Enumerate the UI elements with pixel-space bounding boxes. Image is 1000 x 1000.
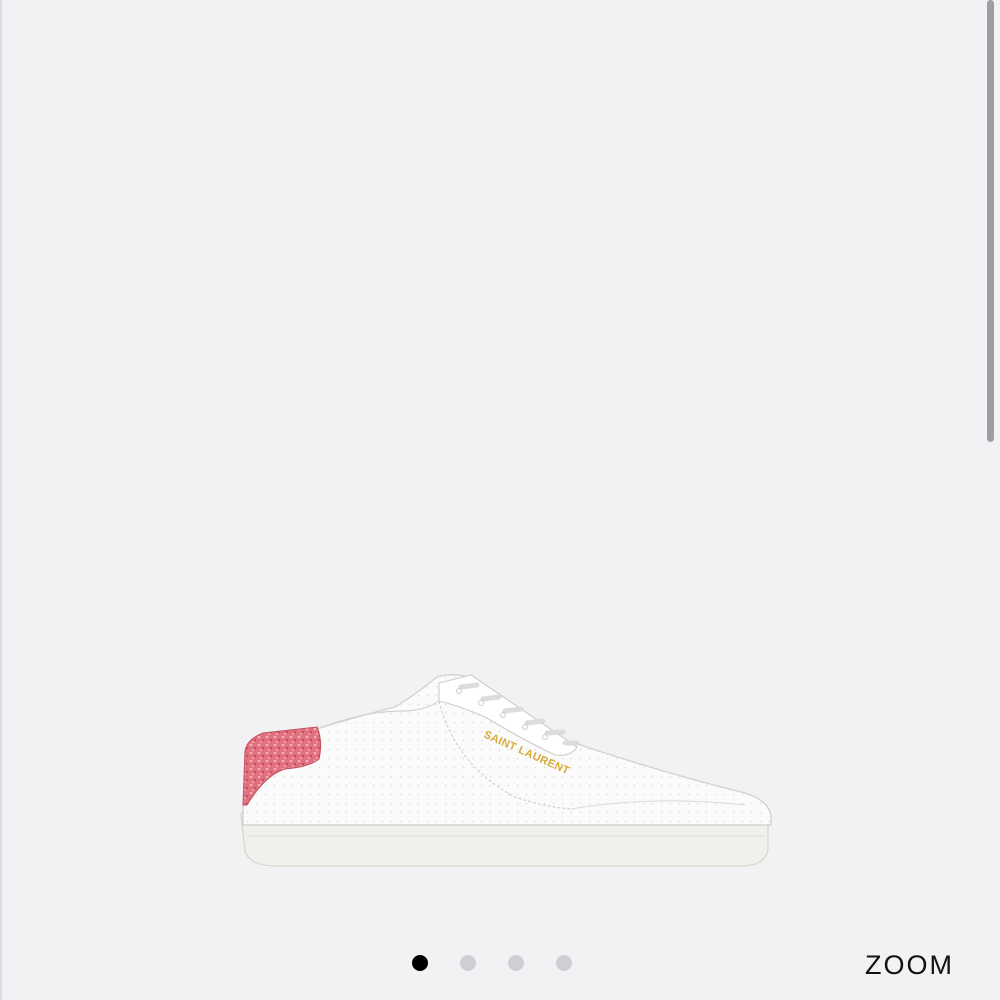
scrollbar-thumb[interactable]	[987, 0, 994, 442]
product-image[interactable]: SAINT LAURENT	[225, 655, 785, 875]
carousel-dot-2[interactable]	[460, 955, 476, 971]
product-gallery-page: SAINT LAURENT ZOOM	[0, 0, 1000, 1000]
sneaker-illustration: SAINT LAURENT	[240, 674, 772, 867]
left-edge-divider	[0, 0, 2, 1000]
zoom-button[interactable]: ZOOM	[865, 950, 954, 981]
carousel-dot-1[interactable]	[412, 955, 428, 971]
carousel-dot-4[interactable]	[556, 955, 572, 971]
carousel-pagination	[412, 955, 572, 971]
carousel-dot-3[interactable]	[508, 955, 524, 971]
